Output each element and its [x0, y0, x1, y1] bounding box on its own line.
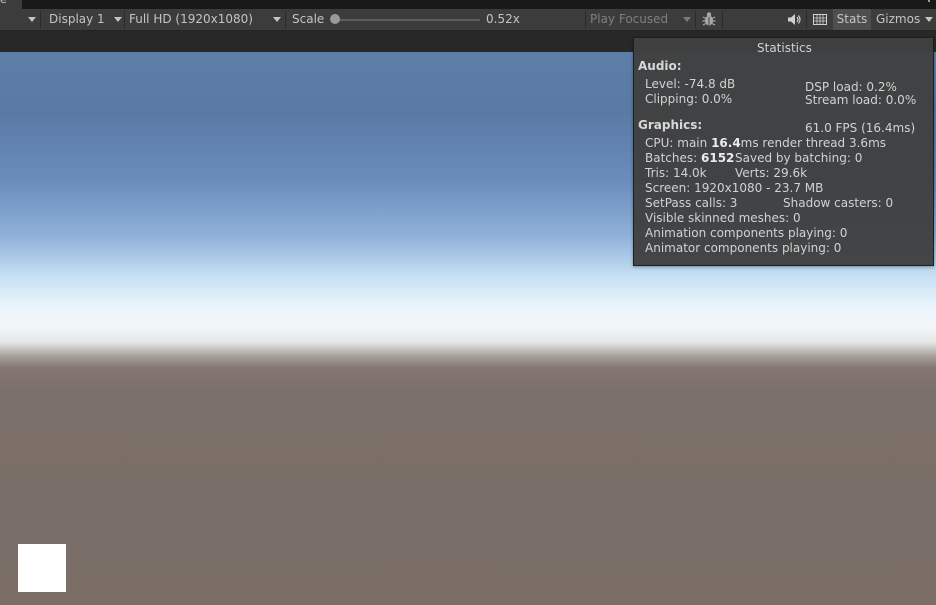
- play-mode-dropdown-arrow[interactable]: [683, 17, 691, 22]
- cpu-timing: CPU: main 16.4ms render thread 3.6ms: [645, 136, 886, 150]
- shadow-casters: Shadow casters: 0: [783, 196, 894, 210]
- stream-load: Stream load: 0.0%: [805, 93, 917, 107]
- visible-skinned-meshes: Visible skinned meshes: 0: [645, 211, 801, 225]
- dsp-load: DSP load: 0.2%: [805, 80, 897, 94]
- graphics-header: Graphics:: [638, 118, 703, 132]
- animation-components: Animation components playing: 0: [645, 226, 848, 240]
- gizmos-dropdown-arrow[interactable]: [925, 17, 933, 22]
- cpu-prefix: CPU: main: [645, 136, 712, 150]
- cpu-main-value: 16.4: [711, 136, 741, 150]
- gizmos-button[interactable]: Gizmos: [876, 9, 920, 30]
- scale-slider-handle[interactable]: [330, 14, 340, 24]
- toolbar-separator: [722, 11, 723, 28]
- screen-info: Screen: 1920x1080 - 23.7 MB: [645, 181, 824, 195]
- cpu-suffix: ms render thread 3.6ms: [740, 136, 887, 150]
- speaker-icon[interactable]: [786, 9, 802, 30]
- toolbar-separator: [806, 11, 807, 28]
- verts-count: Verts: 29.6k: [735, 166, 808, 180]
- scale-value: 0.52x: [486, 12, 520, 26]
- game-tab-label: e: [0, 0, 7, 6]
- keyboard-icon[interactable]: [812, 9, 828, 30]
- tris-count: Tris: 14.0k: [645, 166, 707, 180]
- scale-slider-track[interactable]: [336, 19, 480, 21]
- toolbar-separator: [585, 11, 586, 28]
- statistics-title: Statistics: [757, 41, 812, 55]
- toolbar-separator: [40, 11, 41, 28]
- batches-value: 6152: [701, 151, 735, 165]
- batches-prefix: Batches:: [645, 151, 701, 165]
- resolution-dropdown[interactable]: Full HD (1920x1080): [129, 9, 253, 30]
- toolbar-separator: [124, 11, 125, 28]
- stats-toggle-button[interactable]: Stats: [833, 9, 871, 30]
- resolution-dropdown-arrow[interactable]: [273, 17, 281, 22]
- scale-label: Scale: [292, 12, 325, 26]
- audio-clipping: Clipping: 0.0%: [645, 92, 733, 106]
- view-type-dropdown-arrow[interactable]: [28, 17, 36, 22]
- audio-level: Level: -74.8 dB: [645, 77, 736, 91]
- audio-header: Audio:: [638, 59, 682, 73]
- display-dropdown[interactable]: Display 1: [49, 9, 105, 30]
- fps-readout: 61.0 FPS (16.4ms): [805, 121, 916, 135]
- saved-by-batching: Saved by batching: 0: [735, 151, 863, 165]
- toolbar-separator: [285, 11, 286, 28]
- toolbar-separator: [695, 11, 696, 28]
- bug-icon[interactable]: [701, 9, 717, 30]
- statistics-panel: Statistics Audio: Level: -74.8 dB DSP lo…: [633, 37, 934, 266]
- batches: Batches: 6152: [645, 151, 734, 165]
- game-tab[interactable]: e: [0, 0, 22, 9]
- display-dropdown-arrow[interactable]: [114, 17, 122, 22]
- ui-white-square: [18, 544, 66, 592]
- tab-menu-dot: [928, 0, 930, 2]
- game-view-toolbar: Display 1 Full HD (1920x1080) Scale 0.52…: [0, 9, 936, 31]
- stats-toggle-label: Stats: [836, 12, 868, 26]
- tab-strip: e: [0, 0, 936, 9]
- setpass-calls: SetPass calls: 3: [645, 196, 738, 210]
- play-mode-dropdown[interactable]: Play Focused: [590, 9, 668, 30]
- animator-components: Animator components playing: 0: [645, 241, 842, 255]
